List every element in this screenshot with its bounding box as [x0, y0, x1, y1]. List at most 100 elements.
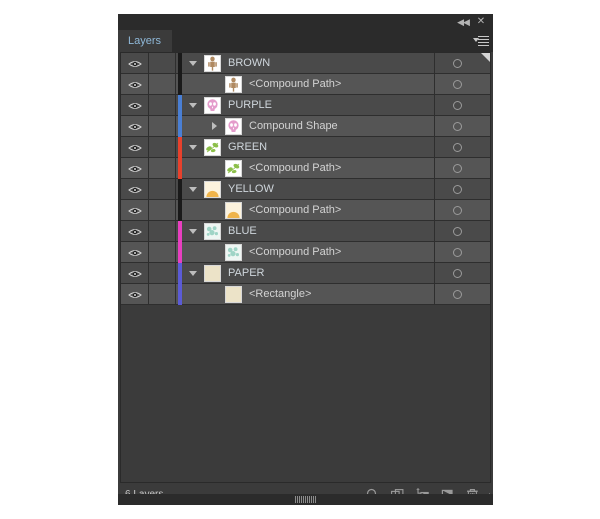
- target-circle-icon: [452, 268, 462, 278]
- eye-icon: [127, 206, 142, 215]
- visibility-toggle[interactable]: [121, 242, 149, 262]
- layer-color-bar: [178, 283, 182, 305]
- chevron-down-icon: [189, 270, 197, 276]
- table-row[interactable]: Compound Shape: [121, 115, 490, 137]
- lock-toggle[interactable]: [149, 95, 176, 115]
- target-indicator[interactable]: [435, 179, 479, 199]
- disclosure-triangle[interactable]: [182, 270, 204, 276]
- close-panel-button[interactable]: ✕: [472, 14, 490, 30]
- target-indicator[interactable]: [435, 95, 479, 115]
- table-row[interactable]: <Compound Path>: [121, 73, 490, 95]
- table-row[interactable]: PAPER: [121, 262, 490, 284]
- disclosure-triangle[interactable]: [182, 228, 204, 234]
- selection-indicator: [479, 95, 490, 115]
- table-row[interactable]: BROWN: [121, 53, 490, 74]
- disclosure-triangle[interactable]: [182, 144, 204, 150]
- target-indicator[interactable]: [435, 242, 479, 262]
- target-indicator[interactable]: [435, 158, 479, 178]
- layer-row-content[interactable]: BROWN: [176, 53, 435, 74]
- visibility-toggle[interactable]: [121, 200, 149, 220]
- layer-color-bar: [178, 73, 182, 95]
- visibility-toggle[interactable]: [121, 221, 149, 241]
- lock-toggle[interactable]: [149, 263, 176, 283]
- layer-row-content[interactable]: <Compound Path>: [176, 199, 435, 221]
- target-indicator[interactable]: [435, 116, 479, 136]
- disclosure-triangle[interactable]: [182, 186, 204, 192]
- layer-thumbnail: [225, 117, 242, 135]
- table-row[interactable]: <Compound Path>: [121, 157, 490, 179]
- visibility-toggle[interactable]: [121, 116, 149, 136]
- target-circle-icon: [452, 184, 462, 194]
- selection-indicator: [479, 158, 490, 178]
- eye-icon: [127, 101, 142, 110]
- lock-toggle[interactable]: [149, 242, 176, 262]
- visibility-toggle[interactable]: [121, 74, 149, 94]
- layer-row-content[interactable]: PURPLE: [176, 94, 435, 116]
- visibility-toggle[interactable]: [121, 95, 149, 115]
- lock-toggle[interactable]: [149, 74, 176, 94]
- panel-drag-handle[interactable]: [118, 494, 493, 505]
- visibility-toggle[interactable]: [121, 137, 149, 157]
- layer-row-content[interactable]: YELLOW: [176, 178, 435, 200]
- collapse-to-icons-button[interactable]: ◀◀: [454, 14, 472, 30]
- disclosure-triangle[interactable]: [203, 122, 225, 130]
- target-indicator[interactable]: [435, 221, 479, 241]
- eye-icon: [127, 290, 142, 299]
- chevron-right-icon: [211, 122, 217, 130]
- target-circle-icon: [452, 205, 462, 215]
- layer-row-content[interactable]: <Compound Path>: [176, 241, 435, 263]
- table-row[interactable]: GREEN: [121, 136, 490, 158]
- eye-icon: [127, 143, 142, 152]
- target-indicator[interactable]: [435, 263, 479, 283]
- layer-row-content[interactable]: <Compound Path>: [176, 73, 435, 95]
- disclosure-triangle[interactable]: [182, 102, 204, 108]
- panel-tab-strip: Layers: [118, 30, 493, 52]
- visibility-toggle[interactable]: [121, 284, 149, 304]
- table-row[interactable]: YELLOW: [121, 178, 490, 200]
- layer-thumbnail: [225, 201, 242, 219]
- layer-row-content[interactable]: BLUE: [176, 220, 435, 242]
- selected-art-marker: [481, 53, 490, 62]
- lock-toggle[interactable]: [149, 158, 176, 178]
- layer-row-content[interactable]: <Compound Path>: [176, 157, 435, 179]
- visibility-toggle[interactable]: [121, 263, 149, 283]
- eye-icon: [127, 248, 142, 257]
- table-row[interactable]: <Compound Path>: [121, 199, 490, 221]
- table-row[interactable]: <Compound Path>: [121, 241, 490, 263]
- table-row[interactable]: PURPLE: [121, 94, 490, 116]
- visibility-toggle[interactable]: [121, 158, 149, 178]
- target-circle-icon: [452, 79, 462, 89]
- eye-icon: [127, 227, 142, 236]
- lock-toggle[interactable]: [149, 284, 176, 304]
- target-indicator[interactable]: [435, 284, 479, 304]
- layer-row-content[interactable]: PAPER: [176, 262, 435, 284]
- panel-menu-icon[interactable]: [473, 34, 489, 48]
- layer-row-content[interactable]: GREEN: [176, 136, 435, 158]
- chevron-down-icon: [189, 144, 197, 150]
- lock-toggle[interactable]: [149, 116, 176, 136]
- eye-icon: [127, 59, 142, 68]
- disclosure-triangle[interactable]: [182, 60, 204, 66]
- target-circle-icon: [452, 289, 462, 299]
- lock-toggle[interactable]: [149, 137, 176, 157]
- lock-toggle[interactable]: [149, 53, 176, 73]
- table-row[interactable]: <Rectangle>: [121, 283, 490, 305]
- selection-indicator: [479, 74, 490, 94]
- chevron-down-icon: [189, 60, 197, 66]
- lock-toggle[interactable]: [149, 221, 176, 241]
- target-indicator[interactable]: [435, 137, 479, 157]
- target-indicator[interactable]: [435, 74, 479, 94]
- target-indicator[interactable]: [435, 200, 479, 220]
- lock-toggle[interactable]: [149, 179, 176, 199]
- tab-layers[interactable]: Layers: [118, 30, 173, 52]
- target-circle-icon: [452, 100, 462, 110]
- target-indicator[interactable]: [435, 53, 479, 73]
- visibility-toggle[interactable]: [121, 179, 149, 199]
- lock-toggle[interactable]: [149, 200, 176, 220]
- selection-indicator: [479, 221, 490, 241]
- visibility-toggle[interactable]: [121, 53, 149, 73]
- layer-row-content[interactable]: <Rectangle>: [176, 283, 435, 305]
- layer-row-content[interactable]: Compound Shape: [176, 115, 435, 137]
- table-row[interactable]: BLUE: [121, 220, 490, 242]
- layer-name-label: PAPER: [228, 267, 265, 279]
